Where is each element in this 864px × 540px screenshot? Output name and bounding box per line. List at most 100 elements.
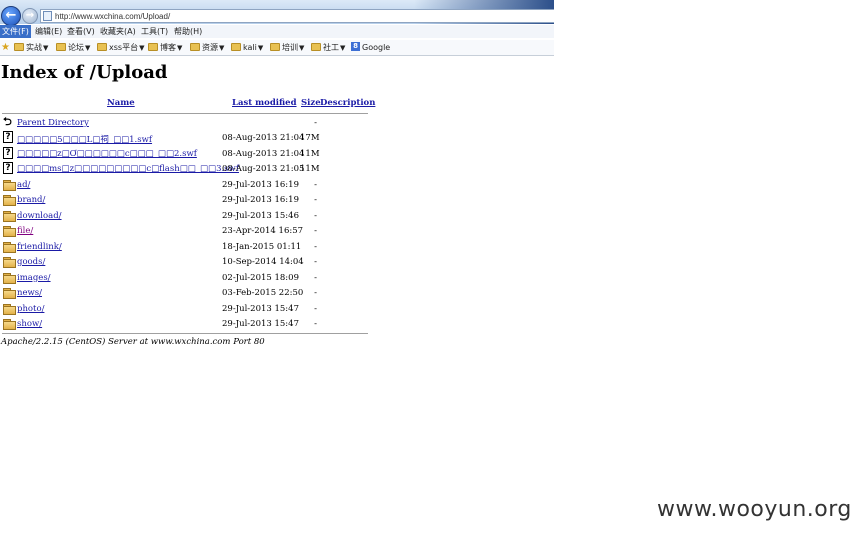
table-row: friendlink/18-Jan-2015 01:11 -: [0, 240, 368, 255]
column-header-last-modified[interactable]: Last modified: [232, 98, 297, 108]
last-modified-cell: 23-Apr-2014 16:57: [222, 226, 304, 236]
favorites-bar: ★ 实战▼ 论坛▼ xss平台▼ 博客▼ 资源▼ kali▼ 培训▼ 社工▼ 8…: [0, 40, 554, 56]
browser-titlebar: ← → http://www.wxchina.com/Upload/: [0, 0, 554, 26]
entry-link[interactable]: photo/: [17, 304, 44, 314]
menu-bar: 文件(F) 编辑(E) 查看(V) 收藏夹(A) 工具(T) 帮助(H): [0, 25, 554, 38]
menu-help[interactable]: 帮助(H): [172, 25, 204, 38]
menu-file[interactable]: 文件(F): [0, 25, 31, 38]
size-cell: 11M: [300, 148, 320, 159]
fav-folder-xss[interactable]: xss平台▼: [97, 40, 144, 55]
menu-tools[interactable]: 工具(T): [139, 25, 170, 38]
folder-icon: [3, 194, 16, 206]
entry-link[interactable]: friendlink/: [17, 242, 62, 252]
fav-label: 实战: [26, 43, 42, 52]
page-title: Index of /Upload: [1, 62, 168, 83]
column-header-name[interactable]: Name: [107, 98, 135, 108]
back-icon: ⮌: [3, 115, 12, 128]
entry-link[interactable]: ad/: [17, 180, 30, 190]
size-cell: 17M: [300, 133, 320, 143]
column-header-size[interactable]: Size: [301, 98, 321, 108]
fav-label: 资源: [202, 43, 218, 52]
fav-folder-kali[interactable]: kali▼: [231, 40, 263, 55]
table-row: ? □□□□ms□z□□□□□□□□□c□flash□□_□□3.swf 08-Au…: [0, 162, 368, 177]
fav-label: Google: [362, 43, 391, 52]
folder-icon: [3, 210, 16, 222]
folder-icon: [3, 303, 16, 315]
unknown-file-icon: ?: [3, 131, 15, 143]
folder-icon: [3, 179, 16, 191]
parent-directory-row: ⮌ Parent Directory -: [0, 116, 368, 131]
back-button[interactable]: ←: [1, 6, 21, 26]
footer-divider: [2, 333, 368, 334]
column-header-description[interactable]: Description: [320, 98, 375, 108]
favorites-star-icon[interactable]: ★: [1, 40, 10, 55]
table-row: images/02-Jul-2015 18:09 -: [0, 271, 368, 286]
table-row: ad/29-Jul-2013 16:19 -: [0, 178, 368, 193]
entry-link[interactable]: download/: [17, 211, 62, 221]
fav-folder-boke[interactable]: 博客▼: [148, 40, 182, 55]
last-modified-cell: 29-Jul-2013 16:19: [222, 195, 299, 205]
entry-link[interactable]: □□□□□z□Ơ□□□□□□c□□□_□□2.swf: [17, 149, 197, 159]
fav-label: kali: [243, 43, 257, 52]
last-modified-cell: 29-Jul-2013 15:47: [222, 303, 299, 314]
last-modified-cell: 02-Jul-2015 18:09: [222, 272, 299, 283]
menu-edit[interactable]: 编辑(E): [33, 25, 64, 38]
address-url: http://www.wxchina.com/Upload/: [55, 12, 171, 21]
folder-icon: [97, 42, 107, 51]
last-modified-cell: 10-Sep-2014 14:04: [222, 257, 304, 267]
menu-favorites[interactable]: 收藏夹(A): [98, 25, 138, 38]
fav-label: 培训: [282, 43, 298, 52]
folder-icon: [14, 42, 24, 51]
entry-link[interactable]: file/: [17, 226, 33, 236]
watermark: www.wooyun.org: [657, 497, 852, 522]
menu-view[interactable]: 查看(V): [65, 25, 97, 38]
fav-folder-peixun[interactable]: 培训▼: [270, 40, 304, 55]
last-modified-cell: 08-Aug-2013 21:04: [222, 133, 305, 143]
last-modified-cell: 08-Aug-2013 21:04: [222, 148, 305, 159]
last-modified-cell: 29-Jul-2013 15:46: [222, 210, 299, 221]
folder-icon: [3, 272, 16, 284]
size-cell: -: [314, 257, 317, 267]
size-cell: -: [314, 303, 317, 314]
forward-button[interactable]: →: [22, 8, 38, 24]
size-cell: -: [314, 210, 317, 221]
folder-icon: [56, 42, 66, 51]
table-row: ? □□□□□5□□□L□祠_□□1.swf 08-Aug-2013 21:04 17…: [0, 131, 368, 146]
entry-link[interactable]: show/: [17, 319, 42, 329]
fav-folder-shizhan[interactable]: 实战▼: [14, 40, 48, 55]
parent-directory-link[interactable]: Parent Directory: [17, 118, 89, 128]
table-row: goods/10-Sep-2014 14:04-: [0, 255, 368, 270]
folder-icon: [190, 42, 200, 51]
fav-folder-shegong[interactable]: 社工▼: [311, 40, 345, 55]
entry-link[interactable]: □□□□□5□□□L□祠_□□1.swf: [17, 133, 152, 145]
google-icon: 8: [351, 42, 360, 51]
folder-icon: [3, 318, 16, 330]
address-bar[interactable]: http://www.wxchina.com/Upload/: [40, 9, 554, 23]
entry-link[interactable]: goods/: [17, 257, 45, 267]
fav-label: 社工: [323, 43, 339, 52]
entry-link[interactable]: news/: [17, 288, 42, 298]
table-row: photo/29-Jul-2013 15:47 -: [0, 302, 368, 317]
folder-icon: [3, 287, 16, 299]
size-cell: 11M: [300, 164, 320, 174]
size-cell: -: [314, 241, 317, 252]
folder-icon: [311, 42, 321, 51]
entry-link[interactable]: □□□□ms□z□□□□□□□□□c□flash□□_□□3.swf: [17, 164, 239, 174]
size-cell: -: [314, 179, 317, 190]
fav-label: 论坛: [68, 43, 84, 52]
size-cell: -: [314, 195, 317, 205]
folder-icon: [231, 42, 241, 51]
size-cell: -: [314, 118, 317, 128]
table-row: ? □□□□□z□Ơ□□□□□□c□□□_□□2.swf 08-Aug-2013 2…: [0, 146, 368, 162]
fav-link-google[interactable]: 8 Google: [351, 40, 390, 55]
unknown-file-icon: ?: [3, 162, 15, 174]
size-cell: -: [314, 288, 317, 298]
entry-link[interactable]: images/: [17, 273, 51, 283]
fav-folder-ziyuan[interactable]: 资源▼: [190, 40, 224, 55]
entry-link[interactable]: brand/: [17, 195, 45, 205]
fav-label: xss平台: [109, 43, 139, 52]
fav-folder-luntan[interactable]: 论坛▼: [56, 40, 90, 55]
last-modified-cell: 29-Jul-2013 15:47: [222, 319, 299, 329]
table-row: download/29-Jul-2013 15:46 -: [0, 209, 368, 224]
last-modified-cell: 29-Jul-2013 16:19: [222, 179, 299, 190]
